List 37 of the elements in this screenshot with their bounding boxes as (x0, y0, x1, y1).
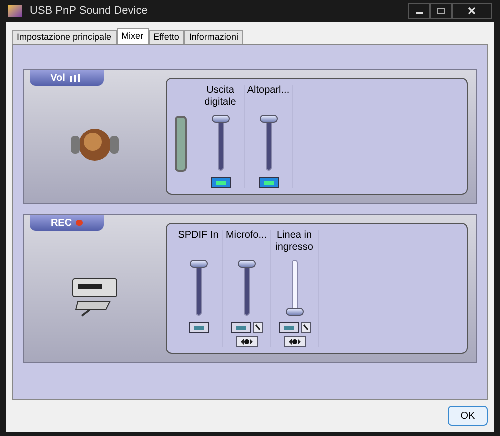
volume-slider[interactable] (260, 115, 278, 171)
headphones-icon (69, 126, 121, 162)
close-button[interactable] (452, 3, 492, 19)
mute-toggle[interactable] (188, 322, 208, 333)
mute-toggle[interactable] (258, 177, 278, 188)
channel-label: SPDIF In (178, 230, 219, 243)
volume-slider[interactable] (212, 115, 230, 171)
speaker-arrows-icon (286, 338, 302, 346)
level-meter (175, 116, 187, 172)
tab[interactable]: Informazioni (184, 30, 244, 44)
wrench-icon (254, 324, 260, 331)
close-icon (468, 7, 476, 15)
tab[interactable]: Effetto (148, 30, 184, 44)
record-select-toggle[interactable] (236, 336, 258, 347)
minimize-button[interactable] (408, 3, 430, 19)
channel-label: Microfo... (226, 230, 268, 243)
stereo-receiver-icon (70, 276, 120, 318)
tab[interactable]: Impostazione principale (12, 30, 117, 44)
advanced-button[interactable] (300, 322, 310, 333)
mute-toggle[interactable] (210, 177, 230, 188)
advanced-button[interactable] (252, 322, 262, 333)
volume-slider[interactable] (238, 260, 256, 316)
mute-toggle[interactable] (230, 322, 250, 333)
ok-button[interactable]: OK (448, 406, 488, 426)
volume-slider[interactable] (190, 260, 208, 316)
speaker-arrows-icon (238, 338, 254, 346)
record-select-toggle[interactable] (284, 336, 306, 347)
app-icon (8, 5, 22, 17)
channel-label: Altoparl... (247, 85, 290, 98)
volume-slider[interactable] (286, 260, 304, 316)
channel-label: Uscita digitale (204, 85, 238, 110)
wrench-icon (302, 324, 308, 331)
window-title: USB PnP Sound Device (30, 4, 148, 19)
maximize-button[interactable] (430, 3, 452, 19)
tab[interactable]: Mixer (116, 28, 149, 44)
mute-toggle[interactable] (278, 322, 298, 333)
channel-label: Linea in ingresso (274, 230, 314, 255)
